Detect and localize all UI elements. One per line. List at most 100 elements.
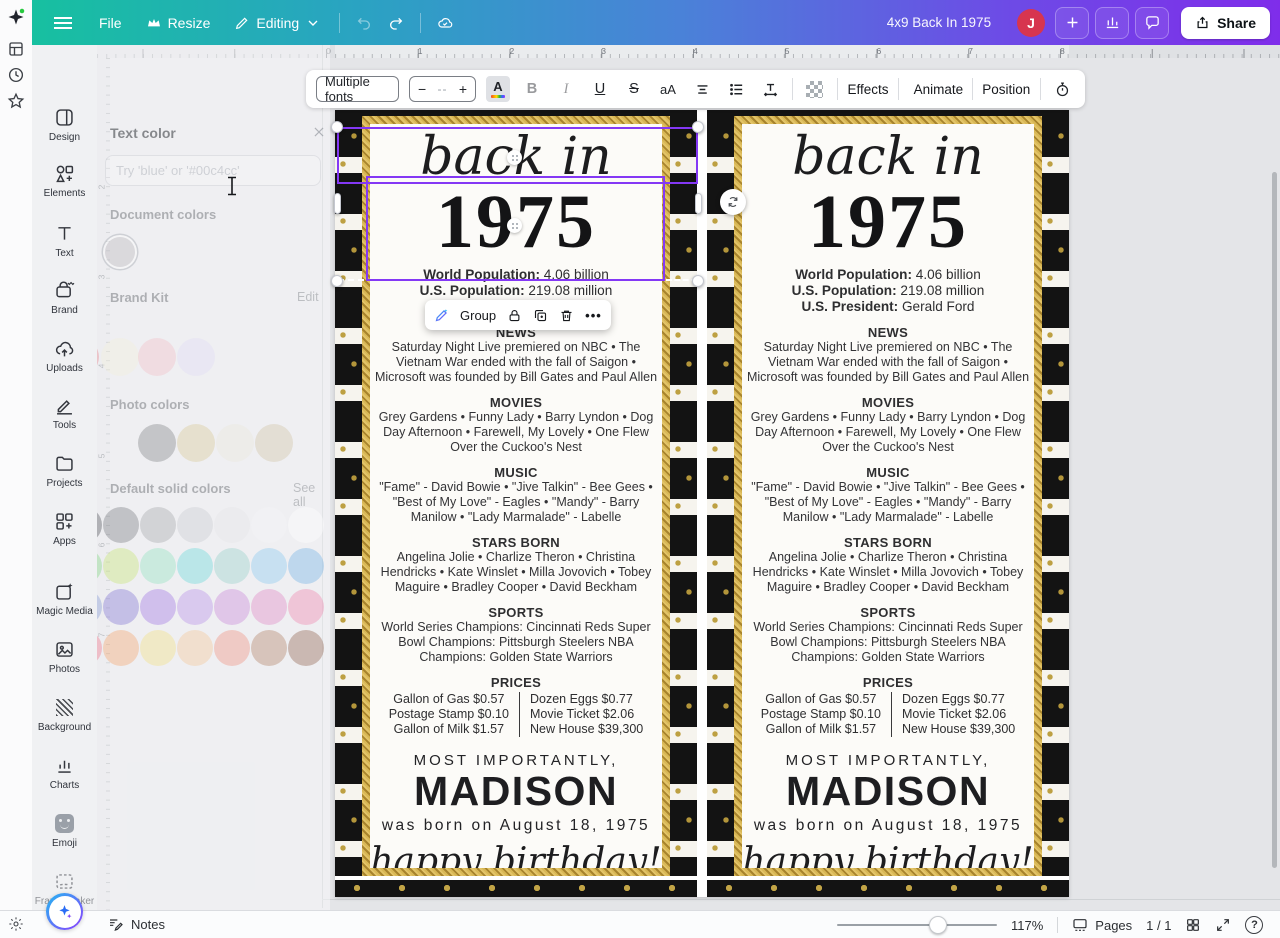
strikethrough-button[interactable]: S [622,76,646,102]
fullscreen-button[interactable] [1215,917,1231,933]
group-button[interactable]: Group [460,308,496,323]
color-search-input[interactable] [105,155,321,186]
poster-section-stars-born[interactable]: STARS BORNAngelina Jolie • Charlize Ther… [742,535,1034,595]
color-swatch[interactable] [177,338,215,376]
sidebar-item-apps[interactable]: Apps [32,509,97,547]
poster-happy-birthday[interactable]: happy birthday! [370,841,662,868]
resize-handle-bottom-left[interactable] [331,275,343,287]
color-swatch[interactable] [140,589,176,625]
ai-assistant-button[interactable] [46,893,83,930]
magic-edit-icon[interactable] [434,308,449,323]
color-swatch[interactable] [177,548,213,584]
poster-section-news[interactable]: NEWSSaturday Night Live premiered on NBC… [370,325,662,385]
color-swatch[interactable] [251,548,287,584]
list-button[interactable] [724,76,748,102]
sidebar-item-magic-media[interactable]: Magic Media [32,579,97,617]
color-swatch[interactable] [214,507,250,543]
insights-button[interactable] [1095,7,1129,39]
menu-icon[interactable] [54,17,72,29]
poster-born-line[interactable]: was born on August 18, 1975 [370,817,662,835]
resize-handle-right[interactable] [695,193,702,214]
resize-menu[interactable]: Resize [146,15,211,31]
resize-handle-top-right[interactable] [692,121,704,133]
poster-section-music[interactable]: MUSIC"Fame" - David Bowie • "Jive Talkin… [742,465,1034,525]
poster-most-importantly[interactable]: MOST IMPORTANTLY, [370,752,662,769]
poster-name[interactable]: MADISON [370,769,662,814]
text-box-handle[interactable] [507,218,522,233]
undo-icon[interactable] [356,15,372,31]
close-icon[interactable] [312,125,326,139]
color-swatch[interactable] [103,548,139,584]
color-swatch[interactable] [255,424,293,462]
sidebar-item-design[interactable]: Design [32,105,97,143]
lock-icon[interactable] [507,308,522,323]
underline-button[interactable]: U [588,76,612,102]
color-swatch[interactable] [101,338,139,376]
color-swatch[interactable] [214,630,250,666]
sidebar-item-background[interactable]: Background [32,695,97,733]
poster-stats[interactable]: World Population: 4.06 billionU.S. Popul… [742,267,1034,315]
poster-section-music[interactable]: MUSIC"Fame" - David Bowie • "Jive Talkin… [370,465,662,525]
zoom-slider-thumb[interactable] [929,916,947,934]
help-button[interactable]: ? [1245,916,1263,934]
sidebar-item-charts[interactable]: Charts [32,753,97,791]
poster-happy-birthday[interactable]: happy birthday! [742,841,1034,868]
color-swatch[interactable] [214,548,250,584]
default-colors-see-all-link[interactable]: See all [293,481,330,509]
add-member-button[interactable] [1055,7,1089,39]
color-swatch[interactable] [103,507,139,543]
alignment-button[interactable] [690,76,714,102]
position-button[interactable]: Position [982,82,1030,97]
redo-icon[interactable] [388,15,404,31]
sidebar-item-elements[interactable]: Elements [32,161,97,199]
resize-handle-left[interactable] [334,193,341,214]
color-swatch[interactable] [140,548,176,584]
color-swatch[interactable] [288,548,324,584]
color-swatch[interactable] [288,589,324,625]
poster-section-sports[interactable]: SPORTSWorld Series Champions: Cincinnati… [742,605,1034,665]
color-swatch[interactable] [177,589,213,625]
text-box-handle[interactable] [507,150,522,165]
sidebar-item-tools[interactable]: Tools [32,393,97,431]
rotate-handle[interactable] [720,189,746,215]
poster-section-movies[interactable]: MOVIESGrey Gardens • Funny Lady • Barry … [742,395,1034,455]
gear-icon[interactable] [8,916,25,933]
clock-icon[interactable] [7,66,25,84]
grid-view-button[interactable] [1185,917,1201,933]
templates-icon[interactable] [7,40,25,58]
timing-button[interactable] [1051,76,1075,102]
font-size-stepper[interactable]: − -- + [409,76,476,102]
color-swatch[interactable] [177,507,213,543]
poster-title-year[interactable]: 1975 [742,186,1034,258]
pages-button[interactable]: Pages [1072,917,1132,933]
sidebar-item-photos[interactable]: Photos [32,637,97,675]
resize-handle-top-left[interactable] [331,121,343,133]
color-swatch[interactable] [251,507,287,543]
color-swatch[interactable] [140,507,176,543]
star-icon[interactable] [7,92,25,110]
design-page[interactable]: back in1975World Population: 4.06 billio… [335,110,1069,897]
color-swatch[interactable] [103,630,139,666]
color-swatch[interactable] [105,237,135,267]
text-case-button[interactable]: aA [656,76,680,102]
vertical-scrollbar[interactable] [1272,172,1277,868]
duplicate-icon[interactable] [533,308,548,323]
animate-button[interactable]: Animate [909,76,961,102]
zoom-slider[interactable] [837,911,997,938]
italic-button[interactable]: I [554,76,578,102]
transparency-button[interactable] [803,76,827,102]
letter-spacing-button[interactable] [758,76,782,102]
sidebar-item-brand[interactable]: Brand [32,278,97,316]
color-swatch[interactable] [214,589,250,625]
font-size-plus[interactable]: + [459,81,467,97]
color-swatch[interactable] [138,338,176,376]
brand-kit-edit-link[interactable]: Edit [297,290,319,304]
color-swatch[interactable] [103,589,139,625]
more-options-button[interactable]: ••• [585,308,602,323]
color-swatch[interactable] [251,589,287,625]
font-selector[interactable]: Multiple fonts [316,76,399,102]
document-title[interactable]: 4x9 Back In 1975 [887,15,991,30]
color-swatch[interactable] [177,424,215,462]
zoom-level[interactable]: 117% [1011,918,1043,933]
poster-section-movies[interactable]: MOVIESGrey Gardens • Funny Lady • Barry … [370,395,662,455]
